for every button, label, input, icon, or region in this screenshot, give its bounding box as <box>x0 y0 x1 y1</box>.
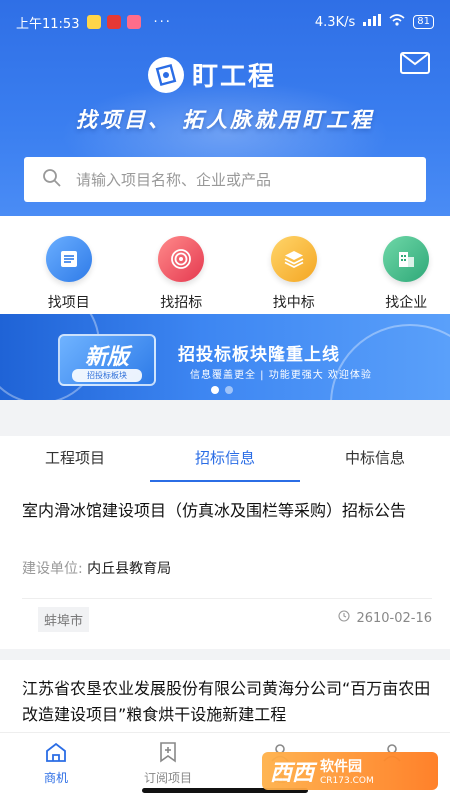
status-time: 上午11:53 <box>16 16 80 32</box>
notification-app-icon <box>107 15 122 29</box>
banner-badge-title: 新版 <box>84 345 129 370</box>
banner-title: 招投标板块隆重上线 <box>178 345 340 365</box>
search-bar[interactable] <box>24 157 426 202</box>
notification-app-icon <box>127 15 142 29</box>
site-watermark: 西西 软件园 CR173.COM <box>262 752 438 790</box>
tab-engineering-projects[interactable]: 工程项目 <box>0 436 150 484</box>
listing-date: 2610-02-16 <box>338 610 432 626</box>
network-speed: 4.3K/s <box>314 14 356 30</box>
bottom-nav-label: 订阅项目 <box>143 771 192 785</box>
banner-subtitle: 信息覆盖更全 | 功能更强大 欢迎体验 <box>190 370 372 381</box>
document-list-icon <box>45 236 92 282</box>
signal-icon <box>363 14 382 30</box>
tab-award-info[interactable]: 中标信息 <box>300 436 450 484</box>
clock-icon <box>338 610 350 626</box>
carousel-indicator <box>211 386 233 394</box>
search-icon <box>42 168 62 192</box>
bottom-nav-label: 商机 <box>43 771 68 785</box>
tab-tender-info[interactable]: 招标信息 <box>150 436 300 484</box>
listing-title: 室内滑冰馆建设项目（仿真冰及围栏等采购）招标公告 <box>22 501 407 520</box>
nav-label: 找中标 <box>272 295 315 311</box>
target-icon <box>158 236 205 282</box>
bottom-nav-opportunities[interactable]: 商机 <box>0 733 112 800</box>
watermark-en: CR173.COM <box>320 776 374 786</box>
nav-find-award[interactable]: 找中标 <box>250 216 338 314</box>
listing-title: 江苏省农垦农业发展股份有限公司黄海分公司“百万亩农田改造建设项目”粮食烘干设施新… <box>22 679 431 724</box>
nav-label: 找项目 <box>47 295 90 311</box>
nav-label: 找招标 <box>160 295 203 311</box>
listing-card[interactable]: 江苏省农垦农业发展股份有限公司黄海分公司“百万亩农田改造建设项目”粮食烘干设施新… <box>0 660 450 740</box>
nav-find-company[interactable]: 找企业 <box>363 216 450 314</box>
watermark-cn: 软件园 <box>320 759 363 775</box>
banner-decoration <box>330 324 450 400</box>
app-logo: 盯工程 <box>148 56 276 93</box>
app-name: 盯工程 <box>192 62 277 92</box>
listing-tabs: 工程项目 招标信息 中标信息 <box>0 436 450 484</box>
notification-app-icon <box>87 15 102 29</box>
wifi-icon <box>389 14 405 30</box>
battery-icon: 81 <box>413 15 434 29</box>
bookmark-plus-icon <box>157 741 179 766</box>
carousel-dot[interactable] <box>225 386 233 394</box>
nav-label: 找企业 <box>385 295 428 311</box>
banner-new-badge: 新版 招投标板块 <box>58 334 156 386</box>
meta-value: 内丘县教育局 <box>87 561 172 577</box>
watermark-main: 西西 <box>270 761 315 786</box>
building-icon <box>383 236 430 282</box>
date-text: 2610-02-16 <box>356 610 432 626</box>
listing-card[interactable]: 室内滑冰馆建设项目（仿真冰及围栏等采购）招标公告 建设单位: 内丘县教育局 蚌埠… <box>0 484 450 649</box>
listing-meta: 建设单位: 内丘县教育局 <box>22 558 171 578</box>
city-tag: 蚌埠市 <box>38 607 90 632</box>
meta-label: 建设单位: <box>22 561 83 577</box>
search-input[interactable] <box>76 170 396 189</box>
nav-find-project[interactable]: 找项目 <box>25 216 113 314</box>
carousel-dot[interactable] <box>211 386 219 394</box>
layers-icon <box>270 236 317 282</box>
slogan: 找项目、 拓人脉就用盯工程 <box>75 108 375 132</box>
status-bar: 上午11:53 ··· 4.3K/s 81 <box>0 0 450 44</box>
banner-badge-subtitle: 招投标板块 <box>72 369 142 382</box>
quick-nav: 找项目 找招标 找中标 找企业 <box>0 216 450 314</box>
divider <box>22 598 432 599</box>
mail-icon[interactable] <box>400 52 430 78</box>
nav-find-tender[interactable]: 找招标 <box>138 216 226 314</box>
logo-icon <box>148 56 184 93</box>
home-icon <box>44 741 68 766</box>
more-notifications-icon: ··· <box>153 14 172 30</box>
